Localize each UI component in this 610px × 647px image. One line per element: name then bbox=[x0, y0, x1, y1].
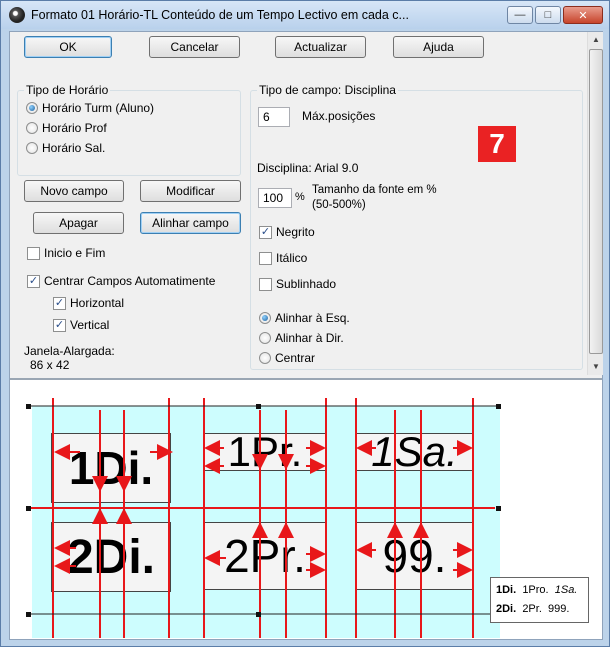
window-title: Formato 01 Horário-TL Conteúdo de um Tem… bbox=[31, 8, 409, 22]
checkbox-icon bbox=[259, 277, 272, 291]
step-number-badge: 7 bbox=[478, 126, 516, 162]
legend-row-2: 2Di. 2Pr. 999. bbox=[496, 600, 583, 619]
corner-handle bbox=[256, 404, 261, 409]
corner-handle bbox=[26, 506, 31, 511]
radio-icon bbox=[259, 332, 271, 344]
window-size-value: 86 x 42 bbox=[30, 358, 70, 372]
checkbox-label: Itálico bbox=[276, 251, 308, 265]
font-size-range: (50-500%) bbox=[312, 199, 366, 211]
checkbox-label: Negrito bbox=[276, 225, 315, 239]
checkbox-horizontal[interactable]: ✓ Horizontal bbox=[53, 296, 124, 310]
modify-button[interactable]: Modificar bbox=[140, 180, 241, 202]
schedule-type-group: Tipo de Horário Horário Turm (Aluno) Hor… bbox=[17, 83, 241, 176]
radio-label: Alinhar à Dir. bbox=[275, 331, 344, 345]
max-positions-label: Máx.posições bbox=[302, 109, 376, 123]
ok-button[interactable]: OK bbox=[24, 36, 112, 58]
checkmark-icon: ✓ bbox=[53, 318, 66, 332]
scroll-thumb[interactable] bbox=[589, 49, 603, 354]
checkbox-icon bbox=[259, 251, 272, 265]
legend-item: 2Pr. bbox=[522, 603, 542, 615]
checkmark-icon: ✓ bbox=[53, 296, 66, 310]
legend-item: 2Di. bbox=[496, 603, 517, 615]
help-button[interactable]: Ajuda bbox=[393, 36, 484, 58]
close-icon[interactable]: ✕ bbox=[563, 6, 603, 24]
max-positions-input[interactable]: 6 bbox=[258, 107, 290, 127]
corner-handle bbox=[496, 506, 501, 511]
percent-label: % bbox=[295, 191, 305, 203]
window-size-label: Janela-Alargada: bbox=[24, 344, 115, 358]
radio-icon bbox=[26, 142, 38, 154]
layout-preview[interactable]: 1Di. 1Pr. 1Sa. 2Di. 2Pr. 99. 1Di. 1Pro. … bbox=[10, 378, 602, 639]
checkmark-icon: ✓ bbox=[27, 274, 40, 288]
window-controls: — □ ✕ bbox=[507, 6, 603, 24]
radio-icon bbox=[26, 102, 38, 114]
dialog-body: OK Cancelar Actualizar Ajuda Tipo de Hor… bbox=[9, 31, 603, 640]
radio-label: Alinhar à Esq. bbox=[275, 311, 350, 325]
align-field-button[interactable]: Alinhar campo bbox=[140, 212, 241, 234]
preview-legend: 1Di. 1Pro. 1Sa. 2Di. 2Pr. 999. bbox=[490, 577, 589, 623]
radio-label: Horário Sal. bbox=[42, 141, 106, 155]
legend-item: 1Di. bbox=[496, 584, 517, 596]
update-button[interactable]: Actualizar bbox=[275, 36, 366, 58]
radio-label: Centrar bbox=[275, 351, 316, 365]
radio-align-left[interactable]: Alinhar à Esq. bbox=[259, 311, 350, 325]
maximize-icon[interactable]: □ bbox=[535, 6, 561, 24]
vertical-scrollbar[interactable]: ▲ ▼ bbox=[587, 32, 603, 375]
radio-horario-turm[interactable]: Horário Turm (Aluno) bbox=[26, 101, 154, 115]
title-bar[interactable]: Formato 01 Horário-TL Conteúdo de um Tem… bbox=[1, 1, 609, 29]
checkbox-italic[interactable]: Itálico bbox=[259, 251, 307, 265]
corner-handle bbox=[26, 404, 31, 409]
corner-handle bbox=[26, 612, 31, 617]
corner-handle bbox=[256, 612, 261, 617]
radio-label: Horário Turm (Aluno) bbox=[42, 101, 155, 115]
new-field-button[interactable]: Novo campo bbox=[24, 180, 124, 202]
font-size-label: Tamanho da fonte em % bbox=[312, 184, 437, 196]
checkbox-label: Sublinhado bbox=[276, 277, 337, 291]
legend-item: 1Pro. bbox=[522, 584, 549, 596]
radio-align-right[interactable]: Alinhar à Dir. bbox=[259, 331, 344, 345]
radio-icon bbox=[26, 122, 38, 134]
checkbox-label: Horizontal bbox=[70, 296, 125, 310]
app-icon bbox=[9, 7, 25, 23]
checkmark-icon: ✓ bbox=[259, 225, 272, 239]
field-type-label: Tipo de campo: Disciplina bbox=[257, 83, 398, 97]
radio-horario-sal[interactable]: Horário Sal. bbox=[26, 141, 105, 155]
legend-item: 999. bbox=[548, 603, 570, 615]
app-window: Formato 01 Horário-TL Conteúdo de um Tem… bbox=[0, 0, 610, 647]
delete-button[interactable]: Apagar bbox=[33, 212, 124, 234]
radio-label: Horário Prof bbox=[42, 121, 107, 135]
radio-icon bbox=[259, 312, 271, 324]
radio-icon bbox=[259, 352, 271, 364]
field-type-group: Tipo de campo: Disciplina 6 Máx.posições… bbox=[250, 83, 583, 370]
checkbox-start-end[interactable]: Inicio e Fim bbox=[27, 246, 105, 260]
legend-row-1: 1Di. 1Pro. 1Sa. bbox=[496, 581, 583, 600]
checkbox-label: Vertical bbox=[70, 318, 110, 332]
checkbox-icon bbox=[27, 246, 40, 260]
checkbox-underline[interactable]: Sublinhado bbox=[259, 277, 336, 291]
schedule-type-label: Tipo de Horário bbox=[24, 83, 111, 97]
corner-handle bbox=[496, 404, 501, 409]
font-size-input[interactable]: 100 bbox=[258, 188, 292, 208]
checkbox-vertical[interactable]: ✓ Vertical bbox=[53, 318, 109, 332]
radio-horario-prof[interactable]: Horário Prof bbox=[26, 121, 107, 135]
cancel-button[interactable]: Cancelar bbox=[149, 36, 240, 58]
checkbox-label: Inicio e Fim bbox=[44, 246, 106, 260]
checkbox-bold[interactable]: ✓ Negrito bbox=[259, 225, 315, 239]
checkbox-label: Centrar Campos Automatimente bbox=[44, 274, 216, 288]
checkbox-auto-center[interactable]: ✓ Centrar Campos Automatimente bbox=[27, 274, 215, 288]
minimize-icon[interactable]: — bbox=[507, 6, 533, 24]
font-info: Disciplina: Arial 9.0 bbox=[257, 161, 359, 175]
scroll-down-icon[interactable]: ▼ bbox=[588, 359, 604, 375]
legend-item: 1Sa. bbox=[554, 584, 578, 596]
radio-center[interactable]: Centrar bbox=[259, 351, 315, 365]
scroll-up-icon[interactable]: ▲ bbox=[588, 32, 604, 48]
